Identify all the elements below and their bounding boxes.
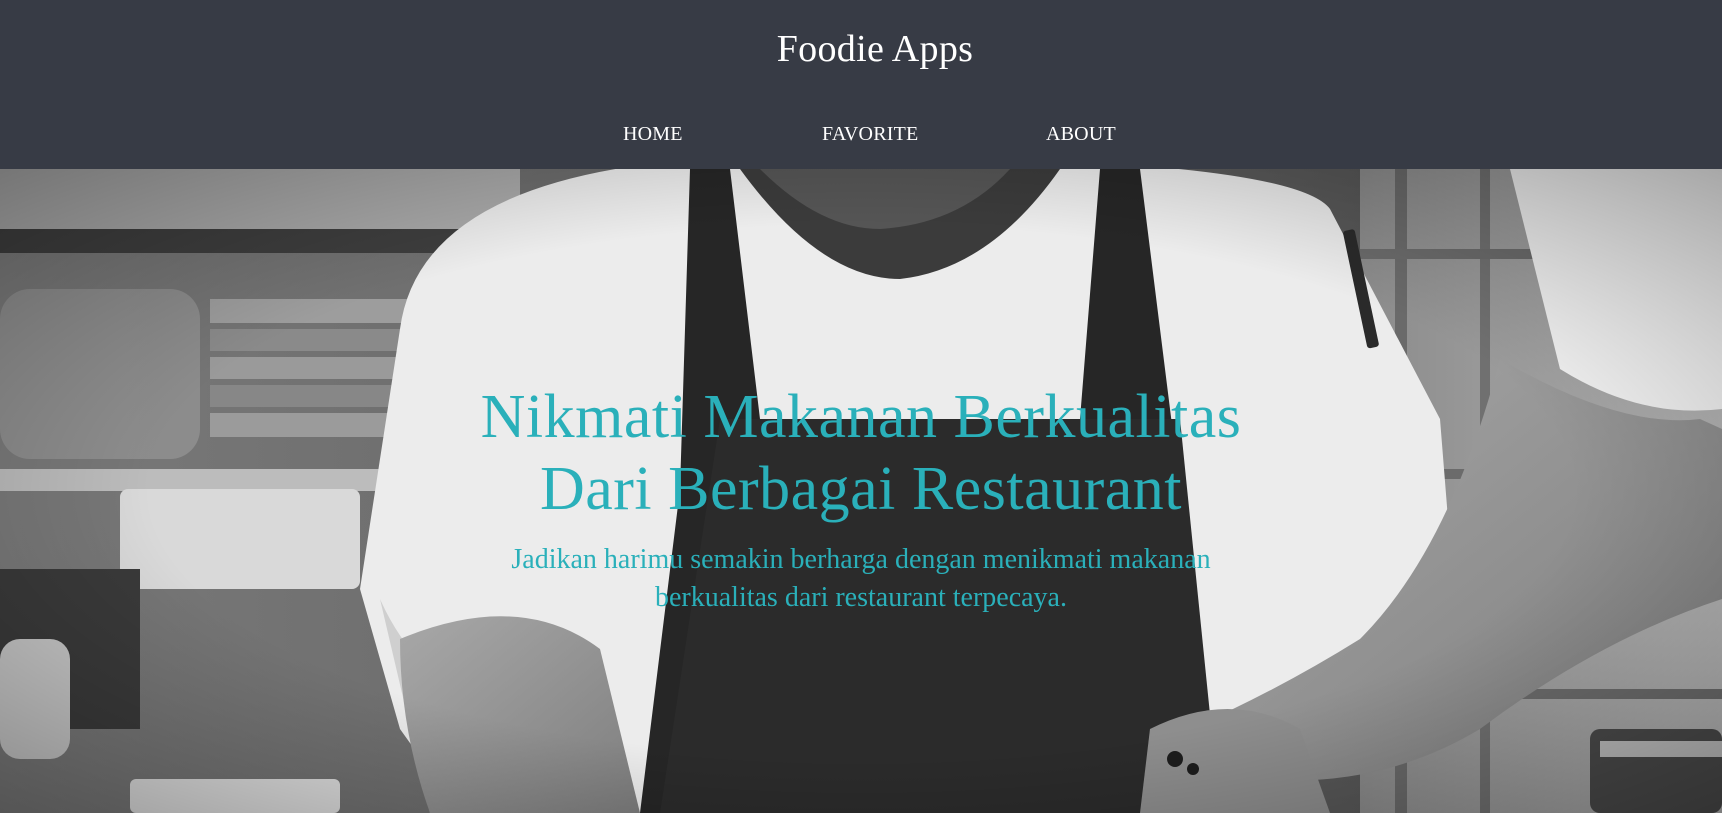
hero-subtitle-line-2: berkualitas dari restaurant terpecaya. [654,582,1067,613]
nav-link-favorite[interactable]: FAVORITE [822,120,918,148]
nav-link-home[interactable]: HOME [623,120,683,148]
hero-title: Nikmati Makanan Berkualitas Dari Berbaga… [361,381,1361,525]
hero-title-line-1: Nikmati Makanan Berkualitas [480,383,1242,451]
main-nav: HOME FAVORITE ABOUT [0,120,1722,150]
hero-title-line-2: Dari Berbagai Restaurant [539,455,1183,523]
app-header: Foodie Apps HOME FAVORITE ABOUT [0,0,1722,169]
app-title[interactable]: Foodie Apps [0,24,1722,74]
hero-subtitle-line-1: Jadikan harimu semakin berharga dengan m… [511,544,1211,575]
nav-link-about[interactable]: ABOUT [1046,120,1116,148]
hero-section: Nikmati Makanan Berkualitas Dari Berbaga… [0,169,1722,813]
hero-subtitle: Jadikan harimu semakin berharga dengan m… [381,541,1341,617]
